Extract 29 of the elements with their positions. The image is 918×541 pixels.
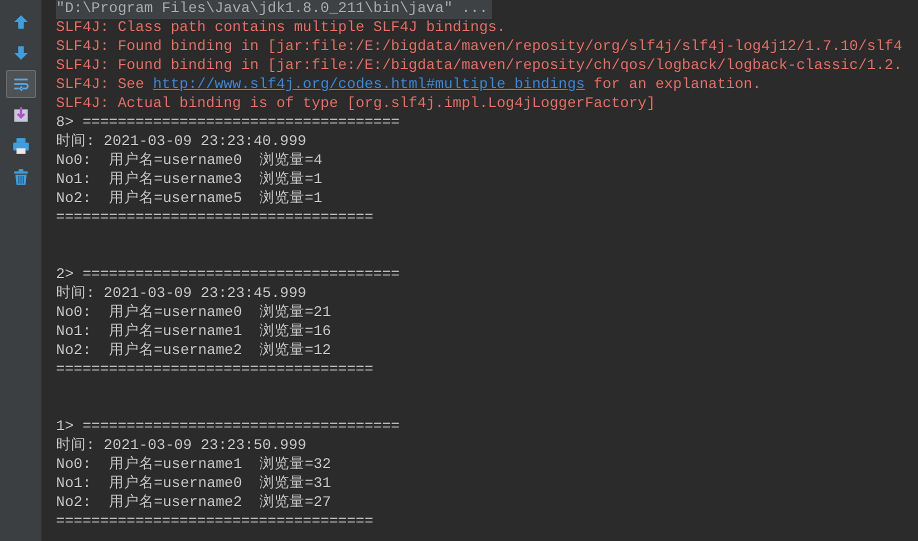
console-output: 1> ==================================== bbox=[56, 419, 400, 435]
up-arrow-icon bbox=[12, 13, 30, 31]
console-output: No0: 用户名=username0 浏览量=4 bbox=[56, 153, 322, 169]
console-output: 8> ==================================== bbox=[56, 115, 400, 131]
error-message: SLF4J: Actual binding is of type [org.slf4j.impl.Log4jLoggerFactory] bbox=[56, 96, 656, 112]
console-output: No1: 用户名=username0 浏览量=31 bbox=[56, 476, 332, 492]
console-output: No0: 用户名=username0 浏览量=21 bbox=[56, 305, 332, 321]
link[interactable]: http://www.slf4j.org/codes.html#multiple_bindings bbox=[152, 77, 585, 93]
console-output: 时间: 2021-03-09 23:23:40.999 bbox=[56, 134, 306, 150]
console-output: No2: 用户名=username2 浏览量=12 bbox=[56, 343, 332, 359]
trash-icon bbox=[12, 168, 30, 186]
console-output: ==================================== bbox=[56, 210, 374, 226]
console-output: No1: 用户名=username3 浏览量=1 bbox=[56, 172, 322, 188]
console-output: 时间: 2021-03-09 23:23:45.999 bbox=[56, 286, 306, 302]
console-output: No1: 用户名=username1 浏览量=16 bbox=[56, 324, 332, 340]
console-output: No0: 用户名=username1 浏览量=32 bbox=[56, 457, 332, 473]
console-output: No2: 用户名=username2 浏览量=27 bbox=[56, 495, 332, 511]
print-icon bbox=[12, 137, 30, 155]
console-output: ==================================== bbox=[56, 362, 374, 378]
error-message: SLF4J: Class path contains multiple SLF4J bindings. bbox=[56, 20, 506, 36]
console-output: 2> ==================================== bbox=[56, 267, 400, 283]
console-output: 时间: 2021-03-09 23:23:50.999 bbox=[56, 438, 306, 454]
console-output: No2: 用户名=username5 浏览量=1 bbox=[56, 191, 322, 207]
scroll-to-end-icon bbox=[12, 106, 30, 124]
error-message: SLF4J: Found binding in [jar:file:/E:/bigdata/maven/reposity/ch/qos/logback/logback-classic/1.2. bbox=[56, 58, 902, 74]
down-arrow-icon bbox=[12, 44, 30, 62]
error-message: SLF4J: Found binding in [jar:file:/E:/bigdata/maven/reposity/org/slf4j/slf4j-log4j12/1.7.10/slf4 bbox=[56, 39, 902, 55]
error-message: SLF4J: See http://www.slf4j.org/codes.html#multiple_bindings for an explanation. bbox=[56, 77, 762, 93]
console-output: ==================================== bbox=[56, 514, 374, 530]
